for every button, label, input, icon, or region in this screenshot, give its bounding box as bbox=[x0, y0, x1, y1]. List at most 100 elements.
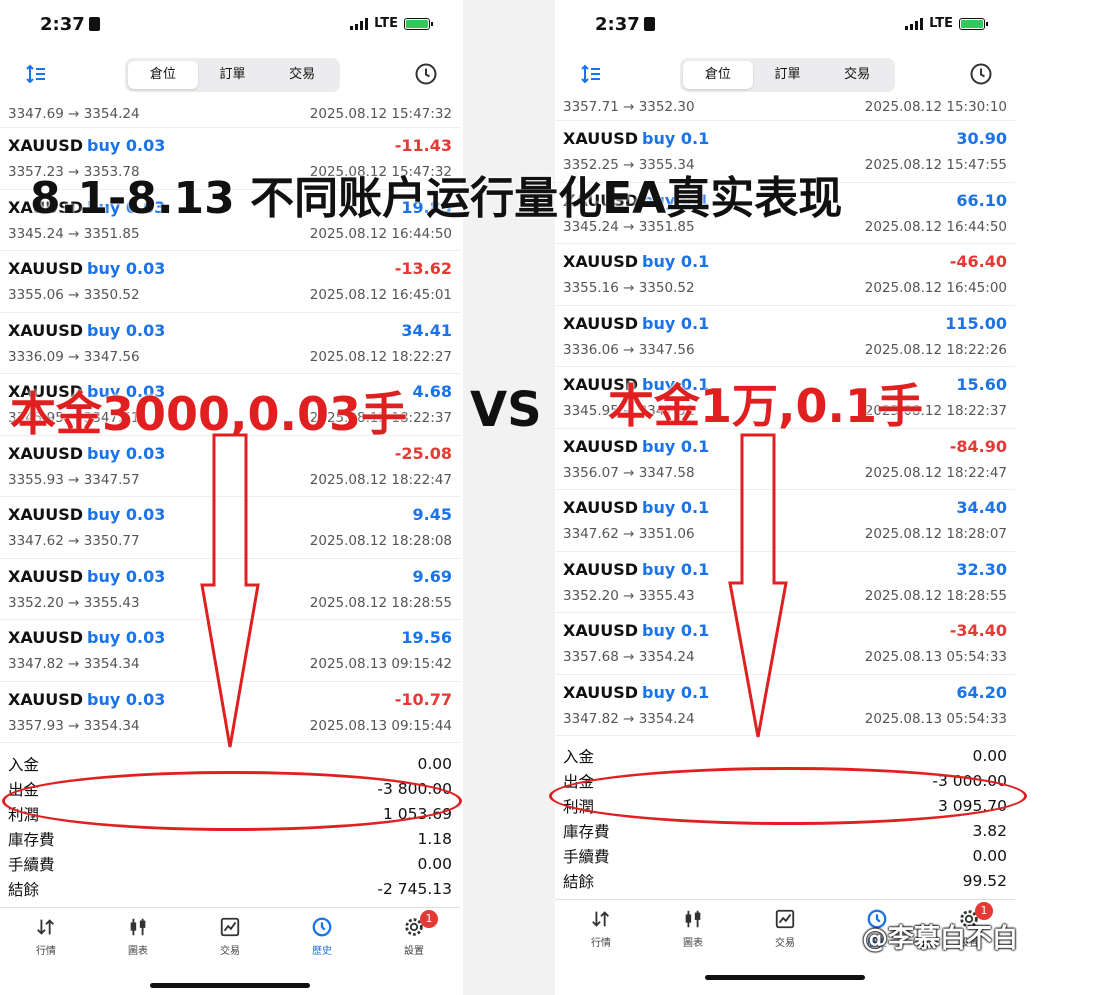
watermark: @李慕白不白 bbox=[862, 924, 1019, 954]
trade-profit: 30.90 bbox=[956, 129, 1007, 148]
symbol-text: XAUUSD bbox=[8, 505, 84, 524]
sort-icon[interactable] bbox=[579, 62, 603, 86]
table-row[interactable]: XAUUSD buy 0.03 -13.62 3355.06 → 3350.52 202… bbox=[0, 251, 460, 313]
trade-symbol: XAUUSD buy 0.03 bbox=[8, 505, 165, 524]
summary-label: 入金 bbox=[563, 747, 595, 766]
notification-badge: 1 bbox=[420, 910, 438, 928]
trend-arrows-icon bbox=[592, 911, 609, 927]
status-indicators: LTE bbox=[905, 16, 988, 31]
table-row[interactable]: XAUUSD buy 0.1 -46.40 3355.16 → 3350.52 2025… bbox=[555, 244, 1015, 306]
trade-prices: 3347.62 → 3351.06 bbox=[563, 526, 695, 542]
home-indicator bbox=[150, 983, 310, 988]
overlay-title: 8.1-8.13 不同账户运行量化EA真实表现 bbox=[30, 173, 843, 224]
bottom-nav: 行情 圖表 交易 歷史 設置 1 bbox=[0, 907, 460, 963]
trade-prices: 3336.06 → 3347.56 bbox=[563, 341, 695, 358]
nav-chart[interactable]: 圖表 bbox=[92, 908, 184, 963]
trade-side: buy 0.03 bbox=[87, 566, 166, 586]
trade-symbol: XAUUSD buy 0.1 bbox=[563, 498, 709, 517]
status-time: 2:37 bbox=[595, 14, 655, 35]
sort-icon[interactable] bbox=[24, 62, 48, 86]
tab-deals[interactable]: 交易 bbox=[822, 61, 892, 89]
trade-symbol: XAUUSD buy 0.1 bbox=[563, 314, 709, 333]
symbol-text: XAUUSD bbox=[8, 320, 84, 340]
summary-value: 0.00 bbox=[417, 754, 452, 773]
trade-prices: 3355.93 → 3347.57 bbox=[8, 471, 140, 488]
summary-value: 0.00 bbox=[972, 846, 1007, 865]
status-bar: 2:37 LTE bbox=[555, 0, 1015, 50]
nav-label: 圖表 bbox=[128, 946, 148, 957]
trade-side: buy 0.1 bbox=[642, 436, 710, 456]
summary-commission: 手續費 0.00 bbox=[0, 851, 460, 876]
list-item-partial[interactable]: 3357.71 → 3352.30 2025.08.12 15:30:10 bbox=[555, 93, 1015, 121]
battery-fill bbox=[961, 19, 983, 28]
status-time-text: 2:37 bbox=[595, 14, 640, 35]
trade-profit: 34.41 bbox=[401, 320, 452, 340]
trade-profit: 32.30 bbox=[956, 559, 1007, 579]
trade-date: 2025.08.13 09:15:44 bbox=[309, 717, 452, 734]
tab-positions[interactable]: 倉位 bbox=[128, 61, 198, 89]
nav-label: 行情 bbox=[591, 938, 611, 949]
trade-date: 2025.08.12 16:45:00 bbox=[864, 280, 1007, 296]
trade-profit: 9.69 bbox=[412, 566, 452, 586]
symbol-text: XAUUSD bbox=[8, 259, 84, 278]
trade-profit: -11.43 bbox=[394, 136, 452, 155]
trade-profit: -46.40 bbox=[949, 252, 1007, 271]
tab-orders[interactable]: 訂單 bbox=[198, 61, 268, 89]
tab-deals[interactable]: 交易 bbox=[267, 61, 337, 89]
tab-positions[interactable]: 倉位 bbox=[683, 61, 753, 89]
trade-profit: 115.00 bbox=[945, 313, 1007, 333]
trade-date: 2025.08.12 16:44:50 bbox=[309, 225, 452, 242]
trade-side: buy 0.1 bbox=[642, 129, 710, 148]
trade-side: buy 0.1 bbox=[642, 252, 710, 271]
trade-prices: 3352.20 → 3355.43 bbox=[563, 587, 695, 604]
trade-prices: 3355.06 → 3350.52 bbox=[8, 287, 140, 303]
nav-trade[interactable]: 交易 bbox=[739, 900, 831, 955]
nav-quotes[interactable]: 行情 bbox=[0, 908, 92, 963]
tab-orders[interactable]: 訂單 bbox=[753, 61, 823, 89]
trade-symbol: XAUUSD buy 0.03 bbox=[8, 567, 165, 586]
nav-history[interactable]: 歷史 bbox=[276, 908, 368, 963]
trade-side: buy 0.03 bbox=[87, 628, 166, 647]
panel-divider bbox=[463, 0, 555, 995]
nav-label: 交易 bbox=[775, 938, 795, 949]
trade-prices: 3356.07 → 3347.58 bbox=[563, 464, 695, 481]
trade-date: 2025.08.12 18:28:08 bbox=[309, 533, 452, 549]
summary-label: 手續費 bbox=[563, 847, 610, 866]
trade-symbol: XAUUSD buy 0.1 bbox=[563, 437, 709, 456]
symbol-text: XAUUSD bbox=[8, 443, 84, 463]
trade-date: 2025.08.12 15:47:55 bbox=[864, 157, 1007, 173]
vs-label: VS bbox=[470, 382, 542, 438]
trade-side: buy 0.03 bbox=[87, 443, 166, 463]
trade-date: 2025.08.12 18:22:47 bbox=[864, 464, 1007, 481]
symbol-text: XAUUSD bbox=[563, 436, 639, 456]
nav-trade[interactable]: 交易 bbox=[184, 908, 276, 963]
summary-value: -2 745.13 bbox=[377, 879, 452, 898]
clock-icon[interactable] bbox=[969, 62, 993, 86]
summary-label: 手續費 bbox=[8, 855, 55, 874]
trade-side: buy 0.03 bbox=[87, 259, 166, 278]
trade-prices: 3347.82 → 3354.34 bbox=[8, 656, 140, 672]
nav-quotes[interactable]: 行情 bbox=[555, 900, 647, 955]
trade-profit: 19.56 bbox=[401, 628, 452, 647]
nav-settings[interactable]: 設置 1 bbox=[368, 908, 460, 963]
home-indicator bbox=[705, 975, 865, 980]
symbol-text: XAUUSD bbox=[563, 621, 639, 640]
trade-profit: -84.90 bbox=[949, 436, 1007, 456]
table-row[interactable]: XAUUSD buy 0.03 34.41 3336.09 → 3347.56 2025… bbox=[0, 313, 460, 374]
left-down-arrow bbox=[200, 433, 260, 748]
trade-chart-icon bbox=[775, 909, 795, 929]
summary-label: 庫存費 bbox=[8, 830, 55, 849]
trade-symbol: XAUUSD buy 0.03 bbox=[8, 136, 165, 155]
trade-side: buy 0.1 bbox=[642, 621, 710, 640]
battery-icon bbox=[404, 17, 433, 30]
status-time: 2:37 bbox=[40, 14, 100, 35]
table-row[interactable]: XAUUSD buy 0.1 115.00 3336.06 → 3347.56 2025… bbox=[555, 306, 1015, 367]
summary-balance: 結餘 -2 745.13 bbox=[0, 876, 460, 901]
clock-icon[interactable] bbox=[414, 62, 438, 86]
nav-chart[interactable]: 圖表 bbox=[647, 900, 739, 955]
candlestick-icon bbox=[685, 910, 701, 928]
trade-symbol: XAUUSD buy 0.03 bbox=[8, 321, 165, 340]
symbol-text: XAUUSD bbox=[8, 136, 84, 155]
list-item-partial[interactable]: 3347.69 → 3354.24 2025.08.12 15:47:32 bbox=[0, 100, 460, 128]
status-time-text: 2:37 bbox=[40, 14, 85, 35]
